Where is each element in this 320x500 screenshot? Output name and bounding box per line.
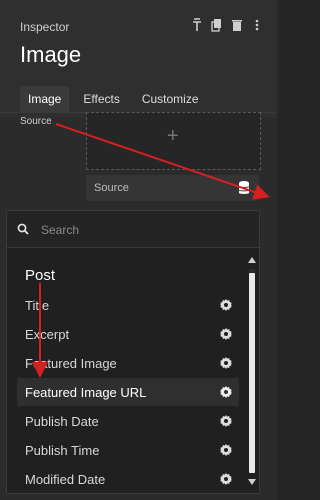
gear-icon[interactable]: [219, 414, 233, 428]
gear-icon[interactable]: [219, 385, 233, 399]
list-item-label: Publish Date: [25, 414, 99, 429]
page-title: Image: [20, 42, 82, 67]
list-item-label: Publish Time: [25, 443, 100, 458]
list-item-featured-image[interactable]: Featured Image: [17, 349, 239, 377]
list-item-modified-date[interactable]: Modified Date: [17, 465, 239, 487]
source-label: Source: [20, 116, 52, 127]
tab-image[interactable]: Image: [20, 86, 70, 112]
source-field[interactable]: Source: [86, 175, 259, 201]
scroll-up-arrow-icon[interactable]: [248, 257, 256, 263]
group-heading-post: Post: [25, 267, 56, 284]
pin-icon[interactable]: [191, 18, 203, 32]
scroll-down-arrow-icon[interactable]: [248, 479, 256, 485]
inspector-header: Inspector Image Image Effects Customize: [0, 0, 277, 118]
inspector-tabs: Image Effects Customize: [20, 86, 207, 112]
search-icon: [17, 222, 29, 235]
list-item-label: Title: [25, 298, 50, 313]
list-item-label: Modified Date: [25, 472, 106, 487]
list-scrollbar[interactable]: [247, 255, 257, 487]
source-field-label: Source: [94, 182, 129, 194]
tab-effects[interactable]: Effects: [75, 86, 127, 112]
list-item-title[interactable]: Title: [17, 291, 239, 319]
list-item-label: Excerpt: [25, 327, 70, 342]
list-item-label: Featured Image: [25, 356, 117, 371]
inspector-panel: Inspector Image Image Effects Customize …: [0, 0, 277, 500]
more-icon[interactable]: [251, 18, 263, 32]
scrollbar-thumb[interactable]: [249, 273, 255, 473]
gear-icon[interactable]: [219, 298, 233, 312]
list-item-label: Featured Image URL: [25, 385, 147, 400]
search-bar: [7, 211, 259, 248]
breadcrumb: Inspector: [20, 20, 70, 34]
search-input[interactable]: [39, 221, 243, 239]
dynamic-data-dropdown: Post Title Excerpt: [6, 210, 260, 494]
trash-icon[interactable]: [231, 18, 243, 32]
list-item-publish-date[interactable]: Publish Date: [17, 407, 239, 435]
dynamic-data-list: Post Title Excerpt Featured Image Featur…: [7, 255, 245, 487]
image-dropzone[interactable]: +: [86, 112, 261, 170]
tab-customize[interactable]: Customize: [134, 86, 207, 112]
list-item-excerpt[interactable]: Excerpt: [17, 320, 239, 348]
gear-icon[interactable]: [219, 356, 233, 370]
gear-icon[interactable]: [219, 443, 233, 457]
plus-icon: +: [167, 125, 179, 147]
gear-icon[interactable]: [219, 472, 233, 486]
header-actions: [191, 18, 263, 32]
list-item-featured-image-url[interactable]: Featured Image URL: [17, 378, 239, 406]
copy-icon[interactable]: [211, 18, 223, 32]
database-icon[interactable]: [237, 180, 251, 196]
gear-icon[interactable]: [219, 327, 233, 341]
list-item-publish-time[interactable]: Publish Time: [17, 436, 239, 464]
